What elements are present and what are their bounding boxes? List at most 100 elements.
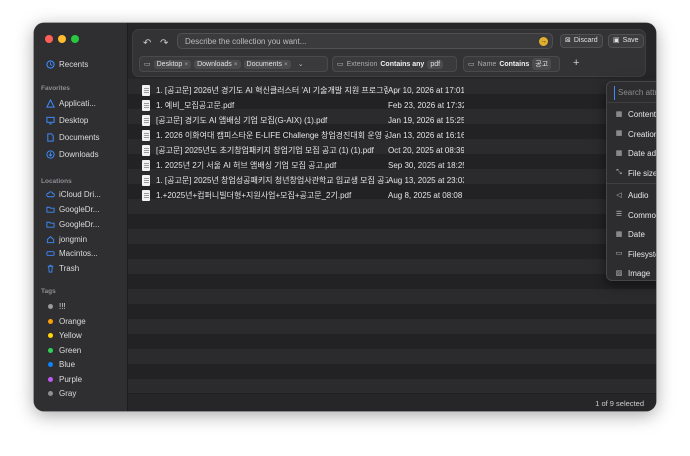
submit-arrow-icon[interactable]: → bbox=[539, 37, 548, 46]
sidebar-item-icloud[interactable]: iCloud Dri... bbox=[46, 190, 124, 199]
sidebar-item-recents[interactable]: Recents bbox=[46, 60, 124, 69]
save-button[interactable]: ▣ Save bbox=[608, 34, 644, 48]
folder-icon: ▭ bbox=[337, 61, 344, 68]
sidebar-item-home[interactable]: jongmin bbox=[46, 235, 124, 244]
attribute-option[interactable]: ☰Common53 bbox=[607, 206, 656, 225]
app-window: Recents Favorites Applicati... Desktop D… bbox=[34, 23, 656, 411]
remove-chip-icon[interactable]: × bbox=[284, 61, 288, 68]
pdf-file-icon bbox=[142, 85, 150, 96]
file-row[interactable]: 1.+2025년+컴퍼니빌더형+지원사업+모집+공고문_2기.pdf Aug 8,… bbox=[128, 188, 656, 203]
tag-color-dot-icon bbox=[48, 347, 53, 353]
file-row[interactable]: [공고문] 2025년도 초기창업패키지 창업기업 모집 공고 (1) (1).… bbox=[128, 143, 656, 158]
zoom-window-button[interactable] bbox=[71, 35, 79, 43]
sidebar-tag-important[interactable]: !!! bbox=[46, 302, 124, 311]
attribute-search-input[interactable]: Search attributes bbox=[614, 86, 656, 100]
sidebar-item-googledrive-2[interactable]: GoogleDr... bbox=[46, 220, 124, 229]
tag-color-dot-icon bbox=[48, 333, 53, 338]
pdf-file-icon bbox=[142, 175, 150, 186]
chevron-down-icon[interactable]: ⌄ bbox=[298, 60, 304, 68]
tag-color-dot-icon bbox=[48, 391, 53, 396]
chip-label: Desktop bbox=[156, 60, 183, 68]
sidebar-item-trash[interactable]: Trash bbox=[46, 264, 124, 273]
save-icon: ▣ bbox=[613, 37, 620, 44]
remove-chip-icon[interactable]: × bbox=[234, 61, 238, 68]
discard-button[interactable]: ⊠ Discard bbox=[560, 34, 603, 48]
filter-field: Name bbox=[477, 60, 497, 68]
sidebar-tag-label: Orange bbox=[59, 316, 86, 326]
filter-operator[interactable]: Contains any bbox=[380, 61, 424, 68]
chip-label: Downloads bbox=[197, 60, 232, 68]
attribute-option[interactable]: ▦ Date added bbox=[607, 144, 656, 163]
attribute-option[interactable]: ▦ Creation date bbox=[607, 125, 656, 144]
sidebar-item-macintosh[interactable]: Macintos... bbox=[46, 249, 124, 258]
file-date: Feb 23, 2026 at 17:32 bbox=[388, 101, 464, 110]
attribute-option-label: Date added bbox=[628, 149, 656, 158]
file-row[interactable]: 1. [공고문] 2026년 경기도 AI 혁신클러스터 'AI 기술개발 지원… bbox=[128, 83, 656, 98]
sidebar-tag-purple[interactable]: Purple bbox=[46, 375, 124, 384]
attribute-search-placeholder: Search attributes bbox=[618, 88, 656, 97]
redo-icon[interactable]: ↷ bbox=[160, 38, 168, 49]
file-name: 1. 예비_모집공고문.pdf bbox=[156, 101, 235, 110]
attribute-option[interactable]: ◁Audio19 bbox=[607, 186, 656, 205]
collection-prompt-input[interactable]: Describe the collection you want... → bbox=[177, 33, 553, 49]
file-row[interactable]: 1. [공고문] 2025년 창업성공패키지 청년창업사관학교 입교생 모집 공… bbox=[128, 173, 656, 188]
file-row[interactable]: [공고문] 경기도 AI 앰배싱 기업 모집(G-AIX) (1).pdf Jan… bbox=[128, 113, 656, 128]
selection-status: 1 of 9 selected bbox=[595, 399, 644, 408]
sidebar-item-googledrive-1[interactable]: GoogleDr... bbox=[46, 205, 124, 214]
disk-icon bbox=[46, 249, 55, 258]
file-row[interactable]: 1. 예비_모집공고문.pdf Feb 23, 2026 at 17:32 bbox=[128, 98, 656, 113]
sidebar-tag-gray[interactable]: Gray bbox=[46, 389, 124, 398]
location-chip-documents[interactable]: Documents × bbox=[243, 59, 291, 69]
sidebar-tag-yellow[interactable]: Yellow bbox=[46, 331, 124, 340]
sidebar-tag-label: Blue bbox=[59, 360, 76, 369]
favorites-header: Favorites bbox=[41, 85, 70, 92]
attribute-option-label: Audio bbox=[628, 191, 649, 200]
sidebar-item-label: jongmin bbox=[59, 235, 88, 244]
attribute-option[interactable]: ▭Filesystem5 bbox=[607, 245, 656, 264]
sidebar: Recents Favorites Applicati... Desktop D… bbox=[34, 23, 128, 411]
file-row[interactable]: 1. 2025년 2기 서울 AI 허브 앰배싱 기업 모집 공고.pdf Sep… bbox=[128, 158, 656, 173]
sidebar-item-documents[interactable]: Documents bbox=[46, 133, 124, 142]
location-chip-downloads[interactable]: Downloads × bbox=[194, 59, 241, 69]
file-date: Jan 13, 2026 at 16:16 bbox=[388, 131, 464, 140]
sidebar-item-applications[interactable]: Applicati... bbox=[46, 99, 124, 108]
filter-operator[interactable]: Contains bbox=[499, 61, 529, 68]
attribute-option[interactable]: ▦Date7 bbox=[607, 225, 656, 244]
name-filter[interactable]: ▭ Name Contains 공고 bbox=[463, 56, 560, 72]
image-icon: ▨ bbox=[615, 269, 623, 277]
location-chip-desktop[interactable]: Desktop × bbox=[153, 59, 192, 69]
sidebar-item-label: Macintos... bbox=[59, 249, 98, 258]
location-filter[interactable]: ▭ Desktop × Downloads × Documents × ⌄ bbox=[139, 56, 328, 72]
main-area: 1. [공고문] 2026년 경기도 AI 혁신클러스터 'AI 기술개발 지원… bbox=[128, 23, 656, 411]
sidebar-item-label: Desktop bbox=[59, 116, 89, 125]
file-date: Apr 10, 2026 at 17:01 bbox=[388, 86, 464, 95]
minimize-window-button[interactable] bbox=[58, 35, 66, 43]
attribute-option[interactable]: ⤡ File size bbox=[607, 164, 656, 183]
close-window-button[interactable] bbox=[45, 35, 53, 43]
add-filter-button[interactable]: + bbox=[573, 57, 579, 69]
tag-color-dot-icon bbox=[48, 362, 53, 367]
undo-icon[interactable]: ↶ bbox=[143, 38, 151, 49]
filter-value[interactable]: 공고 bbox=[532, 58, 552, 70]
filter-value[interactable]: pdf bbox=[427, 59, 444, 69]
sidebar-tag-blue[interactable]: Blue bbox=[46, 360, 124, 369]
sidebar-item-label: GoogleDr... bbox=[59, 220, 100, 229]
file-row[interactable]: 1. 2026 이화여대 캠피스타운 E-LIFE Challenge 창업경진… bbox=[128, 128, 656, 143]
attribute-option-label: Filesystem bbox=[628, 249, 656, 259]
sidebar-tag-orange[interactable]: Orange bbox=[46, 317, 124, 326]
home-icon bbox=[46, 235, 55, 244]
remove-chip-icon[interactable]: × bbox=[184, 61, 188, 68]
attribute-option[interactable]: ▦ Content modificatio... bbox=[607, 105, 656, 124]
search-toolbar: ↶ ↷ Describe the collection you want... … bbox=[132, 29, 646, 77]
attribute-option-label: Creation date bbox=[628, 129, 656, 139]
sidebar-item-label: iCloud Dri... bbox=[59, 190, 101, 199]
attribute-option[interactable]: ▨Image37 bbox=[607, 264, 656, 280]
file-name: [공고문] 2025년도 초기창업패키지 창업기업 모집 공고 (1) (1).… bbox=[156, 146, 374, 155]
attribute-option-label: Content modificatio... bbox=[628, 110, 656, 119]
sidebar-item-downloads[interactable]: Downloads bbox=[46, 150, 124, 159]
extension-filter[interactable]: ▭ Extension Contains any pdf bbox=[332, 56, 457, 72]
filter-field: Extension bbox=[346, 60, 378, 68]
folder-icon: ▭ bbox=[468, 61, 475, 68]
sidebar-item-desktop[interactable]: Desktop bbox=[46, 116, 124, 125]
sidebar-tag-green[interactable]: Green bbox=[46, 346, 124, 355]
